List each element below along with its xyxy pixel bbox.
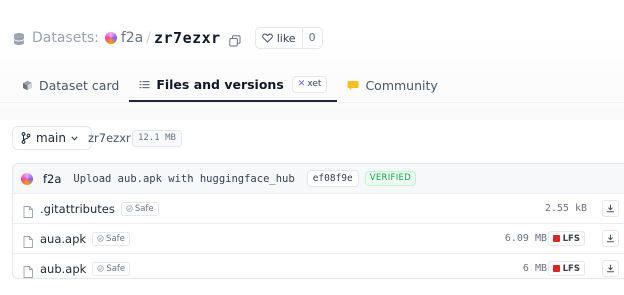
copy-icon[interactable] [229,32,241,47]
tabs-divider [0,102,624,103]
file-list: f2a Upload aub.apk with huggingface_hub … [12,163,624,279]
heart-icon [261,33,273,43]
tab-label: Dataset card [39,77,120,93]
like-toggle[interactable]: like [256,32,302,45]
file-size: 6.09 MB [504,233,547,244]
download-button[interactable] [602,230,619,247]
download-icon [607,234,614,243]
dataset-card-icon [23,80,32,90]
commit-author-avatar[interactable] [21,172,33,185]
repo-path[interactable]: zr7ezxr [88,131,131,145]
last-commit-row: f2a Upload aub.apk with huggingface_hub … [13,164,624,194]
verified-badge: VERIFIED [364,171,417,186]
shield-icon [97,235,104,242]
xet-icon: ✕ [297,79,306,89]
branch-icon [21,132,31,144]
file-size: 6 MB [522,263,547,274]
file-row[interactable]: .gitattributes Safe 2.55 kB [13,194,624,224]
file-icon [23,263,33,278]
lfs-cube-icon [552,265,560,272]
section-label[interactable]: Datasets: [32,30,99,46]
database-icon [12,31,26,45]
community-icon [347,80,359,90]
like-button[interactable]: like 0 [254,27,323,49]
tab-files-and-versions[interactable]: Files and versions ✕ xet [129,68,338,102]
xet-label: xet [307,79,322,89]
download-button[interactable] [602,200,619,217]
safe-badge[interactable]: Safe [120,201,159,216]
like-count[interactable]: 0 [301,28,322,48]
tab-community[interactable]: Community [337,68,447,102]
files-icon [139,80,150,88]
repo-name[interactable]: zr7ezxr [154,29,221,47]
lfs-badge: LFS [547,231,585,246]
file-row[interactable]: aub.apk Safe 6 MB LFS [13,254,624,278]
download-icon [607,204,614,213]
shield-icon [97,265,105,272]
file-name[interactable]: aua.apk [40,232,86,246]
file-size: 2.55 kB [544,203,587,214]
safe-label: Safe [106,233,125,244]
safe-badge[interactable]: Safe [92,261,131,276]
file-name[interactable]: aub.apk [40,262,86,276]
breadcrumb-separator: / [146,30,151,46]
lfs-cube-icon [552,235,560,242]
download-icon [607,264,614,273]
repo-size-badge: 12.1 MB [132,130,182,147]
page-header: Datasets: f2a / zr7ezxr like 0 [12,27,323,49]
safe-label: Safe [134,203,154,214]
tab-label: Files and versions [156,76,284,92]
commit-author[interactable]: f2a [43,172,61,186]
file-row[interactable]: aua.apk Safe 6.09 MB LFS [13,224,624,254]
tab-dataset-card[interactable]: Dataset card [12,68,129,102]
repo-tabs: Dataset card Files and versions ✕ xet Co… [12,68,448,102]
download-button[interactable] [602,260,619,277]
xet-badge: ✕ xet [291,75,328,93]
tab-label: Community [365,77,438,93]
shield-icon [126,205,133,212]
like-label: like [276,31,296,45]
branch-name: main [36,131,66,145]
chevron-down-icon [71,135,78,141]
owner-avatar[interactable] [104,32,117,44]
owner-link[interactable]: f2a [121,30,143,46]
file-name[interactable]: .gitattributes [40,202,115,216]
safe-badge[interactable]: Safe [92,231,130,246]
branch-selector[interactable]: main [12,126,92,150]
safe-label: Safe [106,263,126,274]
lfs-label: LFS [562,233,580,244]
file-icon [23,233,33,248]
lfs-badge: LFS [547,261,585,276]
lfs-label: LFS [562,263,580,274]
commit-hash[interactable]: ef08f9e [306,170,359,187]
commit-message[interactable]: Upload aub.apk with huggingface_hub [73,173,294,185]
file-icon [23,203,33,218]
